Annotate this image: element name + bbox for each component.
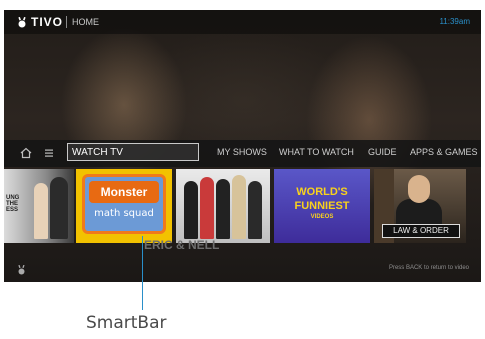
tv-screen: TIVO HOME 11:39am WATCH TV MY SHOWS WHAT… <box>4 10 481 282</box>
menu-icon[interactable] <box>44 148 54 158</box>
nav-what-to-watch[interactable]: WHAT TO WATCH <box>279 147 354 157</box>
show-carousel: UNG THE ESS Monster math squad WORLD'S F… <box>4 169 481 243</box>
back-hint: Press BACK to return to video <box>388 265 469 271</box>
nav-apps-games[interactable]: APPS & GAMES <box>410 147 478 157</box>
monster-math-squad-art: Monster math squad <box>82 174 166 234</box>
show-tile[interactable]: UNG THE ESS <box>4 169 74 243</box>
tivo-icon <box>18 265 25 275</box>
header-divider <box>66 16 67 28</box>
tivo-icon <box>18 17 26 28</box>
watch-tv-field[interactable]: WATCH TV <box>67 143 199 161</box>
tile-subtitle: math squad <box>94 208 154 219</box>
smartbar: WATCH TV MY SHOWS WHAT TO WATCH GUIDE AP… <box>4 140 481 167</box>
callout-line <box>142 236 143 310</box>
tile-title: LAW & ORDER <box>382 224 460 238</box>
callout-label: SmartBar <box>86 313 167 333</box>
show-tile[interactable]: LAW & ORDER <box>374 169 466 243</box>
tivo-logo: TIVO <box>31 15 64 29</box>
selected-show-title: ERIC & NELL <box>144 238 220 252</box>
home-icon[interactable] <box>20 147 32 159</box>
nav-guide[interactable]: GUIDE <box>368 147 397 157</box>
page-title: HOME <box>72 17 99 27</box>
nav-my-shows[interactable]: MY SHOWS <box>217 147 267 157</box>
tile-logo: WORLD'S FUNNIEST VIDEOS <box>294 186 350 220</box>
tile-title: UNG THE ESS <box>6 195 20 213</box>
top-bar: TIVO HOME 11:39am <box>4 10 481 34</box>
show-tile[interactable]: WORLD'S FUNNIEST VIDEOS <box>274 169 370 243</box>
tile-logo: Monster <box>89 181 159 203</box>
clock: 11:39am <box>439 17 470 26</box>
show-tile-selected[interactable]: Monster math squad <box>76 169 172 243</box>
show-tile[interactable] <box>176 169 270 243</box>
